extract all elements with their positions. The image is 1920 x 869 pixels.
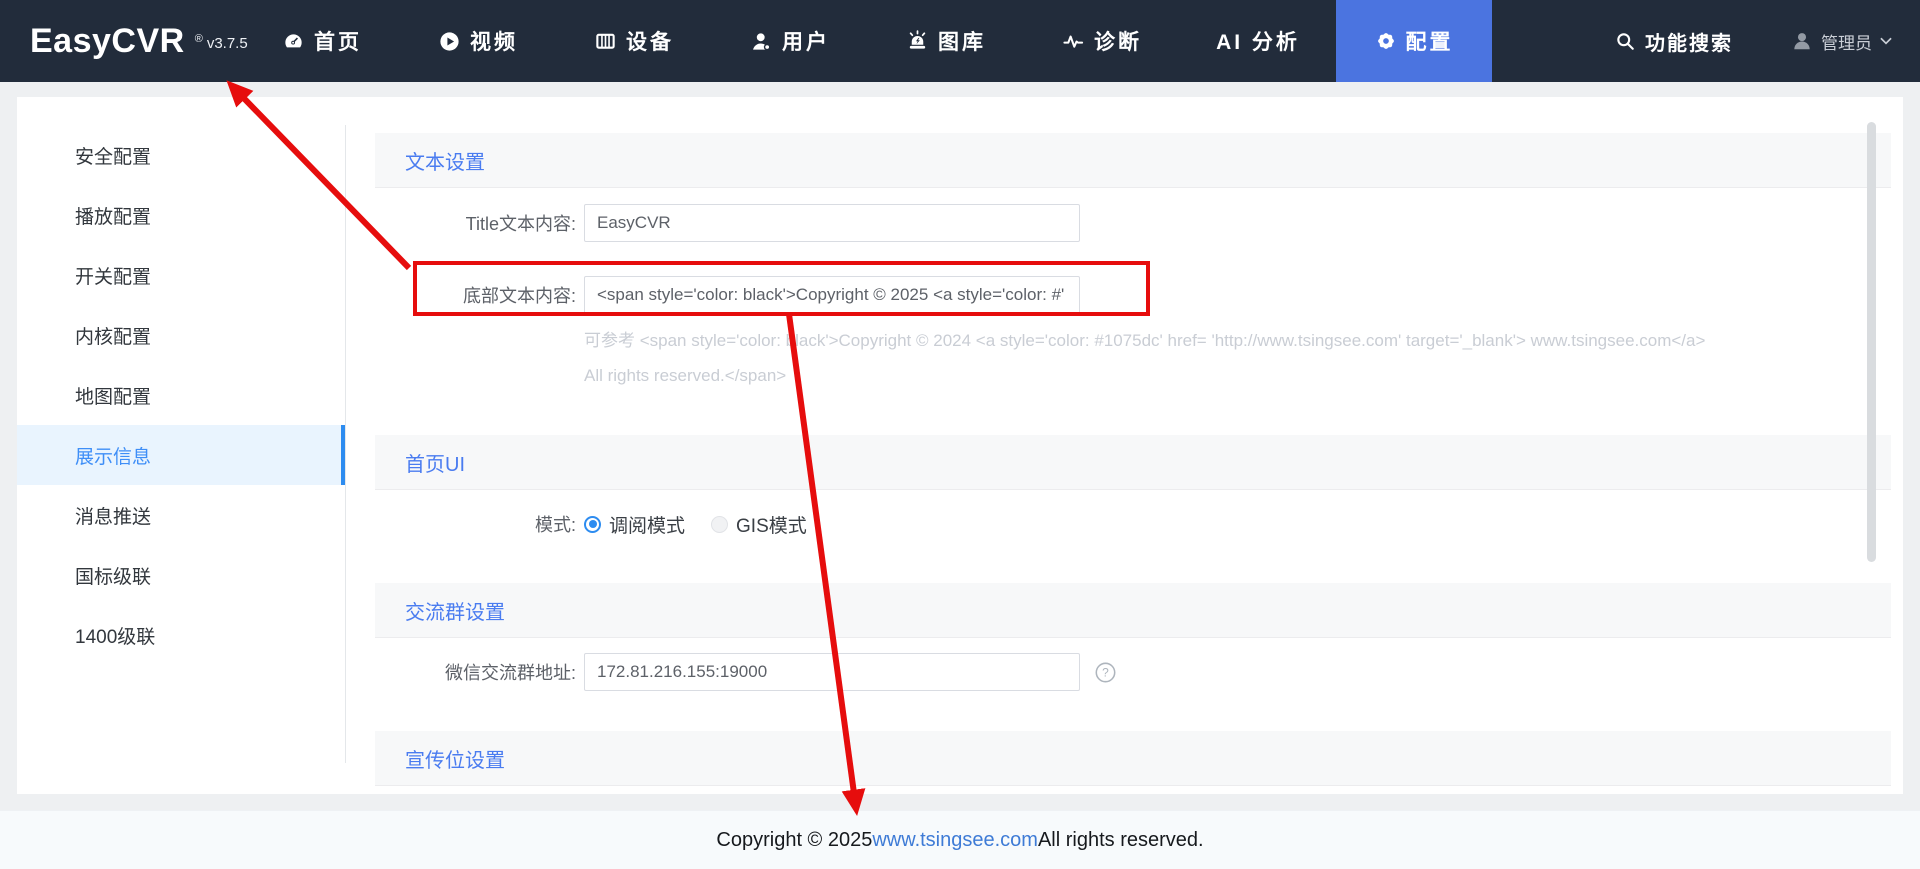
sidebar-item-display-info[interactable]: 展示信息	[17, 425, 345, 485]
sidebar-item-1400-cascade[interactable]: 1400级联	[17, 605, 345, 665]
radio-unselected-icon[interactable]	[711, 516, 728, 533]
wechat-group-row: 微信交流群地址: ?	[375, 653, 1117, 691]
mode-radio-group: 调阅模式 GIS模式	[584, 511, 807, 538]
nav-item-ai[interactable]: AI 分析	[1180, 0, 1336, 82]
footer-text-input[interactable]	[584, 276, 1080, 314]
search-icon	[1615, 31, 1636, 52]
easycvr-config-page: { "navbar": { "logo": "EasyCVR", "regist…	[0, 0, 1920, 869]
section-title: 宣传位设置	[405, 744, 505, 773]
wechat-group-input[interactable]	[584, 653, 1080, 691]
sidebar-divider	[345, 125, 346, 763]
title-text-label: Title文本内容:	[375, 210, 576, 236]
user-menu[interactable]: 管理员	[1791, 29, 1892, 54]
radio-option-label: GIS模式	[736, 511, 807, 538]
nav-item-user[interactable]: 用户	[712, 0, 868, 82]
footer-copyright-suffix: All rights reserved.	[1038, 829, 1204, 852]
wechat-group-label: 微信交流群地址:	[375, 659, 576, 685]
nav-item-gallery[interactable]: 图库	[868, 0, 1024, 82]
user-menu-label: 管理员	[1821, 29, 1872, 54]
user-icon	[750, 30, 773, 53]
section-title: 交流群设置	[405, 596, 505, 625]
footer-text-hint-line2: All rights reserved.</span>	[584, 366, 786, 386]
nav-item-label: 设备	[626, 26, 674, 56]
config-sidebar: 安全配置 播放配置 开关配置 内核配置 地图配置 展示信息 消息推送 国标级联 …	[17, 125, 345, 665]
section-header-group-settings: 交流群设置	[375, 583, 1891, 638]
feature-search[interactable]: 功能搜索	[1615, 27, 1733, 56]
settings-panel: 文本设置 Title文本内容: 底部文本内容: 可参考 <span style=…	[375, 97, 1891, 794]
title-text-row: Title文本内容:	[375, 204, 1080, 242]
nav-item-home[interactable]: 首页	[244, 0, 400, 82]
title-text-input[interactable]	[584, 204, 1080, 242]
section-title: 首页UI	[405, 448, 465, 477]
footer-copyright-prefix: Copyright © 2025	[716, 829, 872, 852]
play-icon	[438, 30, 461, 53]
radio-selected-icon[interactable]	[584, 516, 601, 533]
radio-option-label: 调阅模式	[609, 511, 685, 538]
alarm-icon	[906, 30, 929, 53]
version-number: v3.7.5	[207, 35, 248, 52]
logo-text: EasyCVR	[30, 22, 185, 61]
main-menu: 首页 视频 设备 用户 图库	[244, 0, 1492, 82]
nav-item-device[interactable]: 设备	[556, 0, 712, 82]
question-icon[interactable]: ?	[1094, 661, 1117, 684]
page-footer: Copyright © 2025 www.tsingsee.com All ri…	[0, 810, 1920, 869]
svg-text:?: ?	[1102, 665, 1109, 679]
section-header-text-settings: 文本设置	[375, 133, 1891, 188]
device-icon	[594, 30, 617, 53]
nav-item-label: 视频	[470, 26, 518, 56]
nav-item-label: 配置	[1406, 26, 1454, 56]
person-icon	[1791, 30, 1813, 52]
sidebar-item-kernel[interactable]: 内核配置	[17, 305, 345, 365]
pulse-icon	[1062, 30, 1085, 53]
nav-item-video[interactable]: 视频	[400, 0, 556, 82]
sidebar-item-gb-cascade[interactable]: 国标级联	[17, 545, 345, 605]
sidebar-item-security[interactable]: 安全配置	[17, 125, 345, 185]
radio-option-gis-mode[interactable]: GIS模式	[711, 511, 807, 538]
nav-item-config[interactable]: 配置	[1336, 0, 1492, 82]
section-header-home-ui: 首页UI	[375, 435, 1891, 490]
sidebar-item-message-push[interactable]: 消息推送	[17, 485, 345, 545]
section-header-promo-settings: 宣传位设置	[375, 731, 1891, 786]
radio-option-review-mode[interactable]: 调阅模式	[584, 511, 685, 538]
gear-icon	[1375, 30, 1397, 52]
registered-mark: ®	[195, 33, 203, 45]
sidebar-item-playback[interactable]: 播放配置	[17, 185, 345, 245]
mode-row: 模式: 调阅模式 GIS模式	[375, 505, 807, 543]
gauge-icon	[282, 30, 305, 53]
top-navbar: EasyCVR ® v3.7.5 首页 视频 设备	[0, 0, 1920, 82]
navbar-right: 功能搜索 管理员	[1615, 0, 1892, 82]
footer-text-label: 底部文本内容:	[375, 282, 576, 308]
footer-text-hint-line1: 可参考 <span style='color: black'>Copyright…	[584, 326, 1705, 351]
mode-label: 模式:	[375, 511, 576, 537]
chevron-down-icon	[1880, 37, 1892, 45]
feature-search-label: 功能搜索	[1645, 27, 1733, 56]
nav-item-label: 首页	[314, 26, 362, 56]
nav-item-label: 诊断	[1094, 26, 1142, 56]
nav-item-label: 图库	[938, 26, 986, 56]
sidebar-item-map[interactable]: 地图配置	[17, 365, 345, 425]
version-label: ® v3.7.5	[195, 35, 248, 52]
sidebar-item-switch[interactable]: 开关配置	[17, 245, 345, 305]
brand-logo: EasyCVR ® v3.7.5	[30, 0, 248, 82]
nav-item-label: AI 分析	[1216, 26, 1300, 56]
nav-item-label: 用户	[782, 26, 830, 56]
content-card: 安全配置 播放配置 开关配置 内核配置 地图配置 展示信息 消息推送 国标级联 …	[17, 97, 1903, 794]
scrollbar-thumb[interactable]	[1867, 122, 1876, 562]
footer-text-row: 底部文本内容:	[375, 276, 1080, 314]
section-title: 文本设置	[405, 146, 485, 175]
footer-link[interactable]: www.tsingsee.com	[872, 829, 1038, 852]
nav-item-diagnosis[interactable]: 诊断	[1024, 0, 1180, 82]
